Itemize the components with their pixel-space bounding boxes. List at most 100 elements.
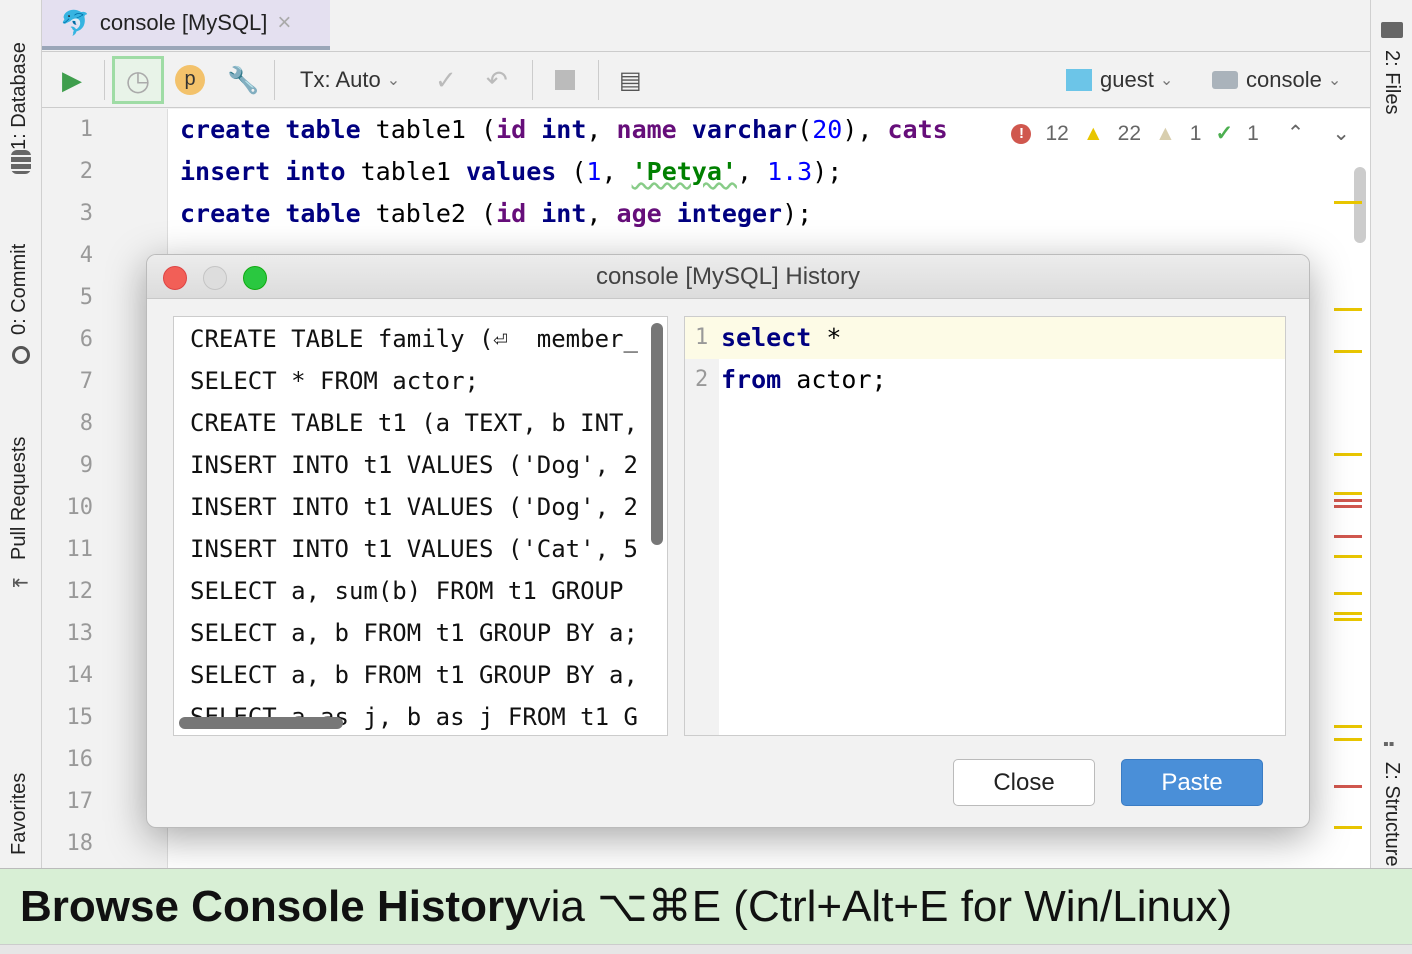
preview-line-number: 2 — [695, 367, 708, 392]
tool-commit[interactable]: 0: Commit — [8, 244, 31, 335]
tool-files-label: 2: Files — [1381, 50, 1403, 114]
avatar-letter: p — [175, 65, 205, 95]
avatar-p[interactable]: p — [175, 52, 205, 108]
tool-database[interactable]: 1: Database — [8, 42, 31, 150]
line-number: 9 — [80, 453, 93, 478]
execute-button[interactable]: ▶ — [62, 52, 82, 108]
error-stripe-mark[interactable] — [1334, 505, 1362, 508]
line-number: 11 — [67, 537, 94, 562]
history-button[interactable]: ◷ — [112, 56, 164, 104]
stop-button[interactable] — [555, 52, 575, 108]
error-stripe-mark[interactable] — [1334, 826, 1362, 829]
schema-label: guest — [1100, 67, 1154, 93]
transaction-mode-dropdown[interactable]: Tx: Auto⌄ — [300, 52, 400, 108]
tip-banner: Browse Console History via ⌥⌘E (Ctrl+Alt… — [0, 868, 1412, 944]
error-stripe-mark[interactable] — [1334, 499, 1362, 502]
line-number: 17 — [67, 789, 94, 814]
rollback-button[interactable]: ↶ — [486, 52, 508, 108]
tool-structure[interactable]: Z: Structure — [1380, 762, 1403, 866]
history-list[interactable]: CREATE TABLE family (⏎ member_ SELECT * F… — [173, 316, 668, 736]
history-item[interactable]: SELECT a, b FROM t1 GROUP BY a; — [190, 619, 638, 647]
minimize-window-button[interactable] — [203, 266, 227, 290]
tool-files[interactable]: 2: Files — [1380, 50, 1403, 114]
history-item[interactable]: INSERT INTO t1 VALUES ('Cat', 5 — [190, 535, 638, 563]
schema-icon — [1066, 69, 1092, 91]
error-stripe-mark[interactable] — [1334, 201, 1362, 204]
history-item[interactable]: SELECT * FROM actor; — [190, 367, 479, 395]
session-label: console — [1246, 67, 1322, 93]
history-item[interactable]: SELECT a, b FROM t1 GROUP BY a, — [190, 661, 638, 689]
preview-line-1: select * — [721, 323, 841, 352]
tool-commit-label: 0: Commit — [8, 244, 30, 335]
line-number: 6 — [80, 327, 93, 352]
line-number: 13 — [67, 621, 94, 646]
history-item[interactable]: INSERT INTO t1 VALUES ('Dog', 2 — [190, 493, 638, 521]
error-stripe-mark[interactable] — [1334, 453, 1362, 456]
error-stripe-mark[interactable] — [1334, 492, 1362, 495]
line-number: 12 — [67, 579, 94, 604]
editor-tab-bar: 🐬 console [MySQL] × — [42, 0, 1370, 52]
structure-icon: ▪▪ — [1383, 736, 1394, 754]
status-bar — [0, 944, 1412, 954]
zoom-window-button[interactable] — [243, 266, 267, 290]
history-item[interactable]: INSERT INTO t1 VALUES ('Dog', 2 — [190, 451, 638, 479]
history-horizontal-scrollbar[interactable] — [179, 717, 343, 729]
schema-dropdown[interactable]: guest ⌄ — [1066, 52, 1173, 108]
tool-database-label: 1: Database — [8, 42, 30, 150]
tip-shortcut: via ⌥⌘E (Ctrl+Alt+E for Win/Linux) — [529, 881, 1233, 932]
error-stripe-mark[interactable] — [1334, 612, 1362, 615]
dialog-title: console [MySQL] History — [596, 263, 860, 290]
warning-count: 22 — [1118, 122, 1141, 146]
error-stripe-mark[interactable] — [1334, 738, 1362, 741]
tool-favorites[interactable]: Favorites — [8, 773, 31, 855]
chevron-down-icon: ⌄ — [387, 70, 400, 90]
preview-line-number: 1 — [695, 325, 708, 350]
vertical-scrollbar[interactable] — [1354, 167, 1366, 243]
stop-icon — [555, 70, 575, 90]
history-item[interactable]: SELECT a, sum(b) FROM t1 GROUP — [190, 577, 638, 605]
play-icon: ▶ — [62, 65, 82, 96]
tool-favorites-label: Favorites — [8, 773, 30, 855]
line-number: 1 — [80, 117, 93, 142]
history-dialog: console [MySQL] History CREATE TABLE fam… — [146, 254, 1310, 828]
tip-title: Browse Console History — [20, 882, 529, 932]
error-stripe-mark[interactable] — [1334, 785, 1362, 788]
typo-count: 1 — [1247, 122, 1259, 146]
preview-line-2: from actor; — [721, 365, 887, 394]
paste-button[interactable]: Paste — [1121, 759, 1263, 806]
close-tab-icon[interactable]: × — [277, 9, 291, 37]
line-number: 18 — [67, 831, 94, 856]
commit-button[interactable]: ✓ — [435, 52, 457, 108]
line-number: 3 — [80, 201, 93, 226]
right-tool-strip: 2: Files ▪▪ Z: Structure — [1370, 0, 1412, 870]
line-number: 8 — [80, 411, 93, 436]
error-stripe-mark[interactable] — [1334, 618, 1362, 621]
close-button[interactable]: Close — [953, 759, 1095, 806]
line-number: 16 — [67, 747, 94, 772]
tab-console-mysql[interactable]: 🐬 console [MySQL] × — [42, 0, 330, 50]
tool-pull-requests[interactable]: Pull Requests — [8, 437, 31, 560]
close-window-button[interactable] — [163, 266, 187, 290]
error-stripe-mark[interactable] — [1334, 535, 1362, 538]
table-icon: ▤ — [619, 66, 642, 95]
weak-warning-icon: ▲ — [1155, 122, 1176, 146]
next-highlight-icon[interactable]: ⌄ — [1332, 121, 1350, 146]
history-vertical-scrollbar[interactable] — [651, 323, 663, 545]
error-stripe-mark[interactable] — [1334, 308, 1362, 311]
chevron-down-icon: ⌄ — [1160, 70, 1173, 90]
error-stripe-mark[interactable] — [1334, 555, 1362, 558]
error-stripe-mark[interactable] — [1334, 350, 1362, 353]
history-item[interactable]: CREATE TABLE t1 (a TEXT, b INT, — [190, 409, 638, 437]
inspection-widget[interactable]: !12 ▲22 ▲1 ✓1 ⌃ ⌄ — [1011, 121, 1350, 146]
history-item[interactable]: CREATE TABLE family (⏎ member_ — [190, 325, 638, 353]
error-icon: ! — [1011, 124, 1031, 144]
line-number: 7 — [80, 369, 93, 394]
previous-highlight-icon[interactable]: ⌃ — [1287, 121, 1305, 146]
error-stripe-mark[interactable] — [1334, 725, 1362, 728]
session-dropdown[interactable]: console⌄ — [1212, 52, 1341, 108]
tab-title: console [MySQL] — [100, 10, 268, 36]
settings-button[interactable]: 🔧 — [227, 52, 259, 108]
warning-icon: ▲ — [1083, 122, 1104, 146]
output-table-button[interactable]: ▤ — [619, 52, 642, 108]
error-stripe-mark[interactable] — [1334, 592, 1362, 595]
